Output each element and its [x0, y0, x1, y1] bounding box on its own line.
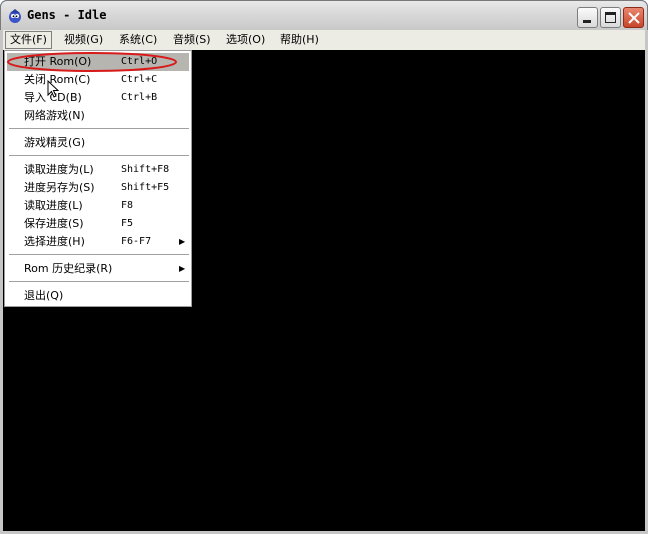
menu-item-label: 保存进度(S)	[24, 217, 84, 230]
menu-item-exit[interactable]: 退出(Q)	[7, 287, 189, 305]
menu-item-label: 进度另存为(S)	[24, 181, 95, 194]
menu-item-close-rom[interactable]: 关闭 Rom(C) Ctrl+C	[7, 71, 189, 89]
menu-file[interactable]: 文件(F)	[5, 31, 52, 49]
menu-item-save-state[interactable]: 保存进度(S) F5	[7, 215, 189, 233]
menu-item-label: 读取进度(L)	[24, 199, 83, 212]
red-highlight-ellipse	[7, 52, 177, 72]
maximize-button[interactable]	[600, 7, 621, 28]
menu-item-import-cd[interactable]: 导入 CD(B) Ctrl+B	[7, 89, 189, 107]
minimize-button[interactable]	[577, 7, 598, 28]
menu-item-shortcut: Shift+F8	[121, 164, 170, 175]
menu-item-select-state[interactable]: 选择进度(H) F6-F7 ▶	[7, 233, 189, 251]
mouse-cursor-icon	[47, 80, 59, 98]
menu-item-save-state-as[interactable]: 进度另存为(S) Shift+F5	[7, 179, 189, 197]
menu-item-load-state[interactable]: 读取进度(L) F8	[7, 197, 189, 215]
menu-item-shortcut: Ctrl+C	[121, 74, 158, 85]
menu-separator	[9, 254, 189, 255]
menu-item-label: 退出(Q)	[24, 289, 64, 302]
menu-separator	[9, 281, 189, 282]
minimize-icon	[583, 20, 591, 23]
menu-item-rom-history[interactable]: Rom 历史纪录(R) ▶	[7, 260, 189, 278]
menu-item-shortcut: Ctrl+B	[121, 92, 158, 103]
menu-item-label: Rom 历史纪录(R)	[24, 262, 113, 275]
menu-help[interactable]: 帮助(H)	[276, 31, 323, 49]
window-title: Gens - Idle	[27, 8, 107, 22]
file-dropdown-menu: 打开 Rom(O) Ctrl+O 关闭 Rom(C) Ctrl+C 导入 CD(…	[4, 50, 192, 307]
menu-item-label: 网络游戏(N)	[24, 109, 85, 122]
maximize-icon	[605, 12, 616, 23]
menu-item-label: 选择进度(H)	[24, 235, 85, 248]
close-icon	[628, 12, 640, 24]
title-bar[interactable]: Gens - Idle	[0, 0, 648, 30]
menu-options[interactable]: 选项(O)	[222, 31, 269, 49]
menu-separator	[9, 128, 189, 129]
menu-bar: 文件(F) 视频(G) 系统(C) 音频(S) 选项(O) 帮助(H)	[3, 30, 645, 50]
app-window: Gens - Idle 文件(F) 视频(G) 系统(C) 音频(S) 选项(O…	[0, 0, 648, 534]
menu-separator	[9, 155, 189, 156]
submenu-arrow-icon: ▶	[179, 237, 186, 246]
menu-item-load-state-as[interactable]: 读取进度为(L) Shift+F8	[7, 161, 189, 179]
menu-video[interactable]: 视频(G)	[60, 31, 107, 49]
menu-system[interactable]: 系统(C)	[115, 31, 161, 49]
menu-item-shortcut: Shift+F5	[121, 182, 170, 193]
menu-audio[interactable]: 音频(S)	[169, 31, 215, 49]
menu-item-shortcut: F8	[121, 200, 134, 211]
menu-item-label: 读取进度为(L)	[24, 163, 94, 176]
gens-app-icon	[7, 8, 23, 24]
menu-item-label: 游戏精灵(G)	[24, 136, 86, 149]
menu-item-netplay[interactable]: 网络游戏(N)	[7, 107, 189, 125]
close-button[interactable]	[623, 7, 644, 28]
menu-item-shortcut: F5	[121, 218, 134, 229]
menu-item-shortcut: F6-F7	[121, 236, 152, 247]
menu-item-game-genie[interactable]: 游戏精灵(G)	[7, 134, 189, 152]
submenu-arrow-icon: ▶	[179, 264, 186, 273]
